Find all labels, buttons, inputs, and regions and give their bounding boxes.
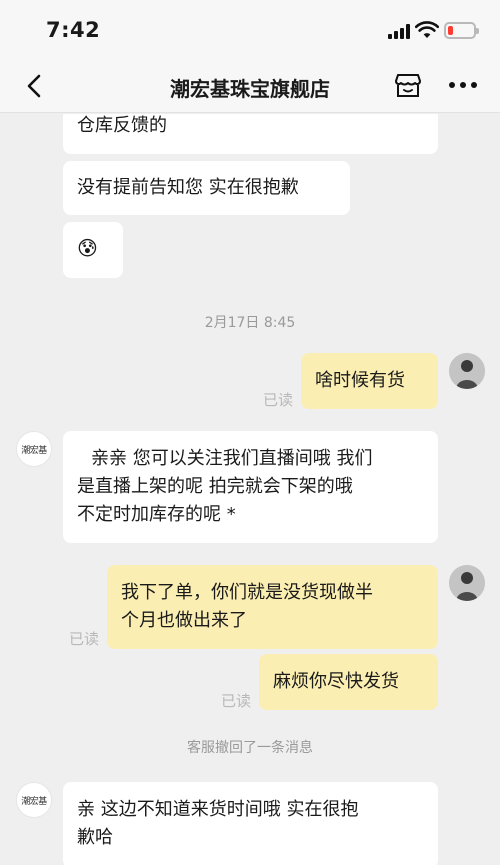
read-status: 已读 xyxy=(69,630,100,648)
message-bubble-shop[interactable]: 没有提前告知您 实在很抱歉 xyxy=(63,161,350,215)
anxious-face-emoji: 😰 xyxy=(77,236,98,260)
user-avatar[interactable] xyxy=(449,565,485,601)
message-bubble-shop[interactable]: 😰 xyxy=(63,222,123,278)
shop-avatar-text: 潮宏基 xyxy=(21,446,47,456)
status-bar: 7:42 xyxy=(0,0,500,60)
message-bubble-self[interactable]: 麻烦你尽快发货 xyxy=(259,654,438,710)
message-text-line: 是直播上架的呢 拍完就会下架的哦 xyxy=(77,476,353,497)
date-divider: 2月17日 8:45 xyxy=(204,315,296,331)
message-text-line: 个月也做出来了 xyxy=(121,610,247,631)
nav-bar: 潮宏基珠宝旗舰店 xyxy=(0,60,500,113)
chat-messages[interactable]: 仓库反馈的 没有提前告知您 实在很抱歉 😰 2月17日 8:45 已读 啥时候有… xyxy=(0,114,500,865)
store-icon[interactable] xyxy=(394,71,422,99)
shop-avatar[interactable]: 潮宏基 xyxy=(16,782,52,818)
battery-icon xyxy=(444,22,479,39)
page-title: 潮宏基珠宝旗舰店 xyxy=(170,77,330,101)
message-text-line: 歉哈 xyxy=(77,827,113,848)
message-text-line: 亲亲 您可以关注我们直播间哦 我们 xyxy=(91,448,373,469)
message-bubble-shop[interactable]: 亲亲 您可以关注我们直播间哦 我们 是直播上架的呢 拍完就会下架的哦 不定时加库… xyxy=(63,431,438,543)
message-bubble-shop[interactable]: 仓库反馈的 xyxy=(63,114,438,154)
more-options-icon[interactable] xyxy=(449,82,477,90)
message-text: 麻烦你尽快发货 xyxy=(273,671,399,692)
shop-avatar[interactable]: 潮宏基 xyxy=(16,431,52,467)
user-photo-icon xyxy=(449,565,485,601)
message-text: 仓库反馈的 xyxy=(77,115,167,136)
message-bubble-self[interactable]: 啥时候有货 xyxy=(301,353,438,409)
cellular-signal-icon xyxy=(388,24,412,39)
message-text-line: 不定时加库存的呢 * xyxy=(77,504,236,525)
read-status: 已读 xyxy=(263,391,294,409)
message-text: 啥时候有货 xyxy=(315,370,405,391)
message-bubble-shop[interactable]: 亲 这边不知道来货时间哦 实在很抱 歉哈 xyxy=(63,782,438,865)
shop-avatar-text: 潮宏基 xyxy=(21,797,47,807)
message-text-line: 我下了单，你们就是没货现做半 xyxy=(121,582,373,603)
wifi-icon xyxy=(415,21,439,38)
read-status: 已读 xyxy=(221,692,252,710)
message-bubble-self[interactable]: 我下了单，你们就是没货现做半 个月也做出来了 xyxy=(107,565,438,649)
message-text: 没有提前告知您 实在很抱歉 xyxy=(77,177,299,198)
recall-notice: 客服撤回了一条消息 xyxy=(187,740,313,756)
status-time: 7:42 xyxy=(46,18,101,42)
message-text-line: 亲 这边不知道来货时间哦 实在很抱 xyxy=(77,799,359,820)
user-photo-icon xyxy=(449,353,485,389)
user-avatar[interactable] xyxy=(449,353,485,389)
